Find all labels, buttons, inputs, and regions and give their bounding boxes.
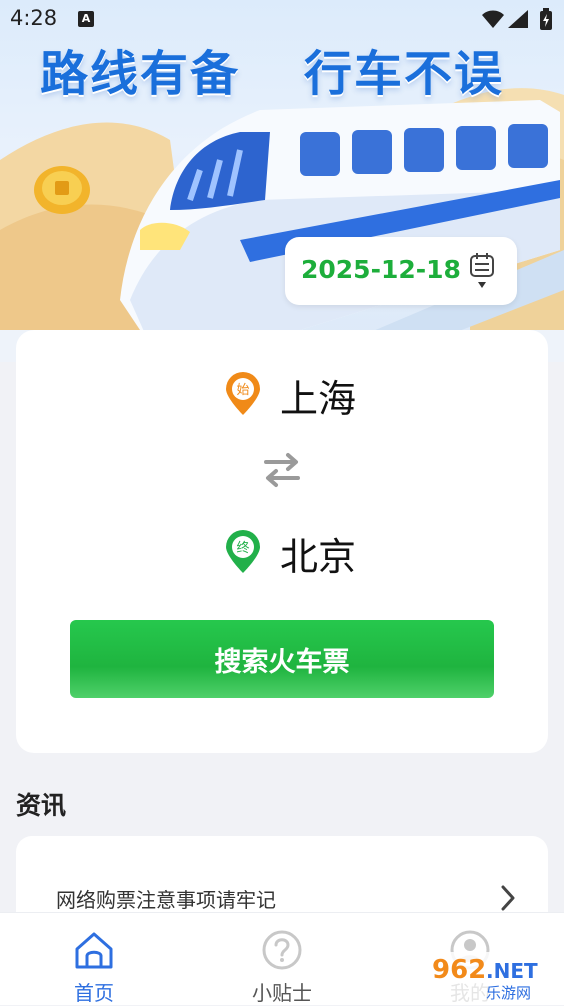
hero-slogan-right: 行车不误 (304, 46, 505, 102)
departure-station[interactable]: 始 上海 (16, 362, 548, 422)
chevron-right-icon[interactable] (500, 884, 516, 912)
watermark-brand: 962 (432, 955, 486, 985)
calendar-icon[interactable] (469, 251, 497, 291)
news-item-title[interactable]: 网络购票注意事项请牢记 (56, 884, 276, 913)
end-badge-text: 终 (236, 540, 249, 556)
nav-label-home: 首页 (74, 981, 114, 1005)
start-badge-text: 始 (236, 383, 249, 398)
news-heading: 资讯 (16, 791, 67, 820)
watermark-suffix: .NET (486, 959, 538, 983)
start-pin-icon: 始 (226, 372, 260, 415)
battery-icon (540, 8, 552, 30)
departure-city[interactable]: 上海 (280, 368, 356, 423)
search-card: 始 上海 终 北京 搜索火车票 (16, 330, 548, 753)
search-train-button[interactable]: 搜索火车票 (70, 620, 494, 698)
end-pin-icon: 终 (226, 530, 260, 573)
arrival-city[interactable]: 北京 (280, 526, 356, 581)
date-picker[interactable]: 2025-12-18 (285, 237, 517, 305)
status-bar: 4:28 A (0, 0, 564, 38)
nav-item-home[interactable]: 首页 (34, 913, 154, 1005)
nav-item-tips[interactable]: 小贴士 (222, 913, 342, 1005)
signal-icon (508, 10, 528, 28)
travel-date[interactable]: 2025-12-18 (301, 255, 461, 284)
swap-icon[interactable] (262, 452, 302, 488)
arrival-station[interactable]: 终 北京 (16, 520, 548, 580)
watermark-logo: 962 .NET 乐游网 (424, 952, 564, 1002)
hero-banner: 路线有备 行车不误 2025-12-18 (0, 0, 564, 362)
watermark-caption: 乐游网 (486, 984, 531, 1002)
notification-icon: A (78, 11, 94, 27)
status-time: 4:28 (10, 6, 58, 30)
nav-label-tips: 小贴士 (252, 981, 312, 1005)
hero-slogan-left: 路线有备 (40, 46, 241, 102)
wifi-icon (482, 10, 504, 28)
question-icon (262, 930, 302, 970)
home-icon (75, 932, 113, 969)
